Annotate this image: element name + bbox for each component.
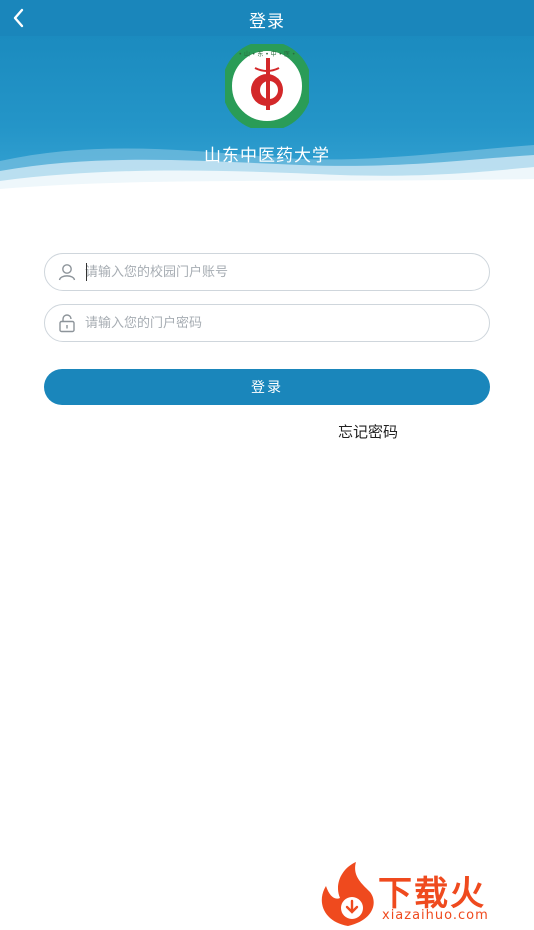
user-icon (58, 264, 76, 281)
account-input[interactable] (85, 260, 475, 284)
account-field[interactable] (44, 253, 490, 291)
lock-icon (59, 314, 75, 333)
login-button[interactable]: 登录 (44, 369, 490, 405)
forgot-password-link[interactable]: 忘记密码 (338, 421, 398, 442)
svg-text:• 山 • 东 • 中 • 医 •: • 山 • 东 • 中 • 医 • (239, 50, 296, 58)
watermark-domain: xiazaihuo.com (382, 908, 489, 923)
top-bar: 登录 (0, 0, 534, 36)
password-field[interactable] (44, 304, 490, 342)
university-name: 山东中医药大学 (204, 146, 330, 166)
university-logo: • 山 • 东 • 中 • 医 • (225, 44, 309, 128)
text-cursor (86, 263, 87, 281)
password-input[interactable] (85, 311, 475, 335)
page-title: 登录 (249, 12, 285, 32)
login-page: 登录 • 山 • 东 • 中 • 医 • 山东中医药大学 请输入您的校园门户账号… (0, 0, 534, 930)
